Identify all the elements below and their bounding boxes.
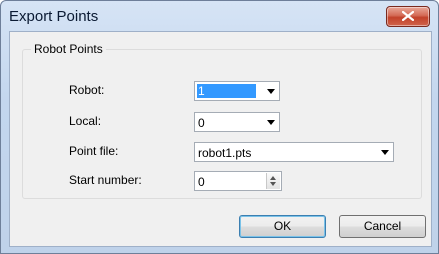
spin-down-icon[interactable] bbox=[270, 182, 276, 186]
robot-select[interactable]: 1 bbox=[194, 81, 280, 101]
start-number-value: 0 bbox=[198, 175, 205, 189]
robot-selected-value: 1 bbox=[197, 84, 256, 98]
group-legend: Robot Points bbox=[31, 42, 106, 56]
export-points-dialog: Export Points Robot Points Robot: 1 Loca… bbox=[0, 0, 439, 254]
close-icon bbox=[402, 11, 414, 21]
spin-buttons[interactable] bbox=[266, 173, 280, 189]
title-bar[interactable]: Export Points bbox=[1, 1, 438, 31]
local-select[interactable]: 0 bbox=[194, 112, 280, 132]
point-file-label: Point file: bbox=[69, 144, 119, 158]
local-label: Local: bbox=[69, 114, 102, 128]
start-number-spinner[interactable]: 0 bbox=[194, 171, 282, 191]
robot-label: Robot: bbox=[69, 83, 105, 97]
chevron-down-icon bbox=[267, 89, 275, 94]
ok-button[interactable]: OK bbox=[239, 215, 326, 238]
chevron-down-icon bbox=[267, 120, 275, 125]
dialog-client-area: Robot Points Robot: 1 Local: 0 Point fil… bbox=[9, 31, 432, 247]
close-button[interactable] bbox=[386, 6, 430, 27]
window-title: Export Points bbox=[9, 8, 99, 25]
robot-points-group: Robot Points Robot: 1 Local: 0 Point fil… bbox=[22, 42, 422, 199]
local-value: 0 bbox=[198, 116, 205, 130]
point-file-value: robot1.pts bbox=[198, 146, 252, 160]
cancel-button[interactable]: Cancel bbox=[339, 215, 426, 238]
point-file-select[interactable]: robot1.pts bbox=[194, 142, 394, 162]
chevron-down-icon bbox=[381, 150, 389, 155]
start-number-label: Start number: bbox=[69, 173, 142, 187]
spin-up-icon[interactable] bbox=[270, 176, 276, 180]
